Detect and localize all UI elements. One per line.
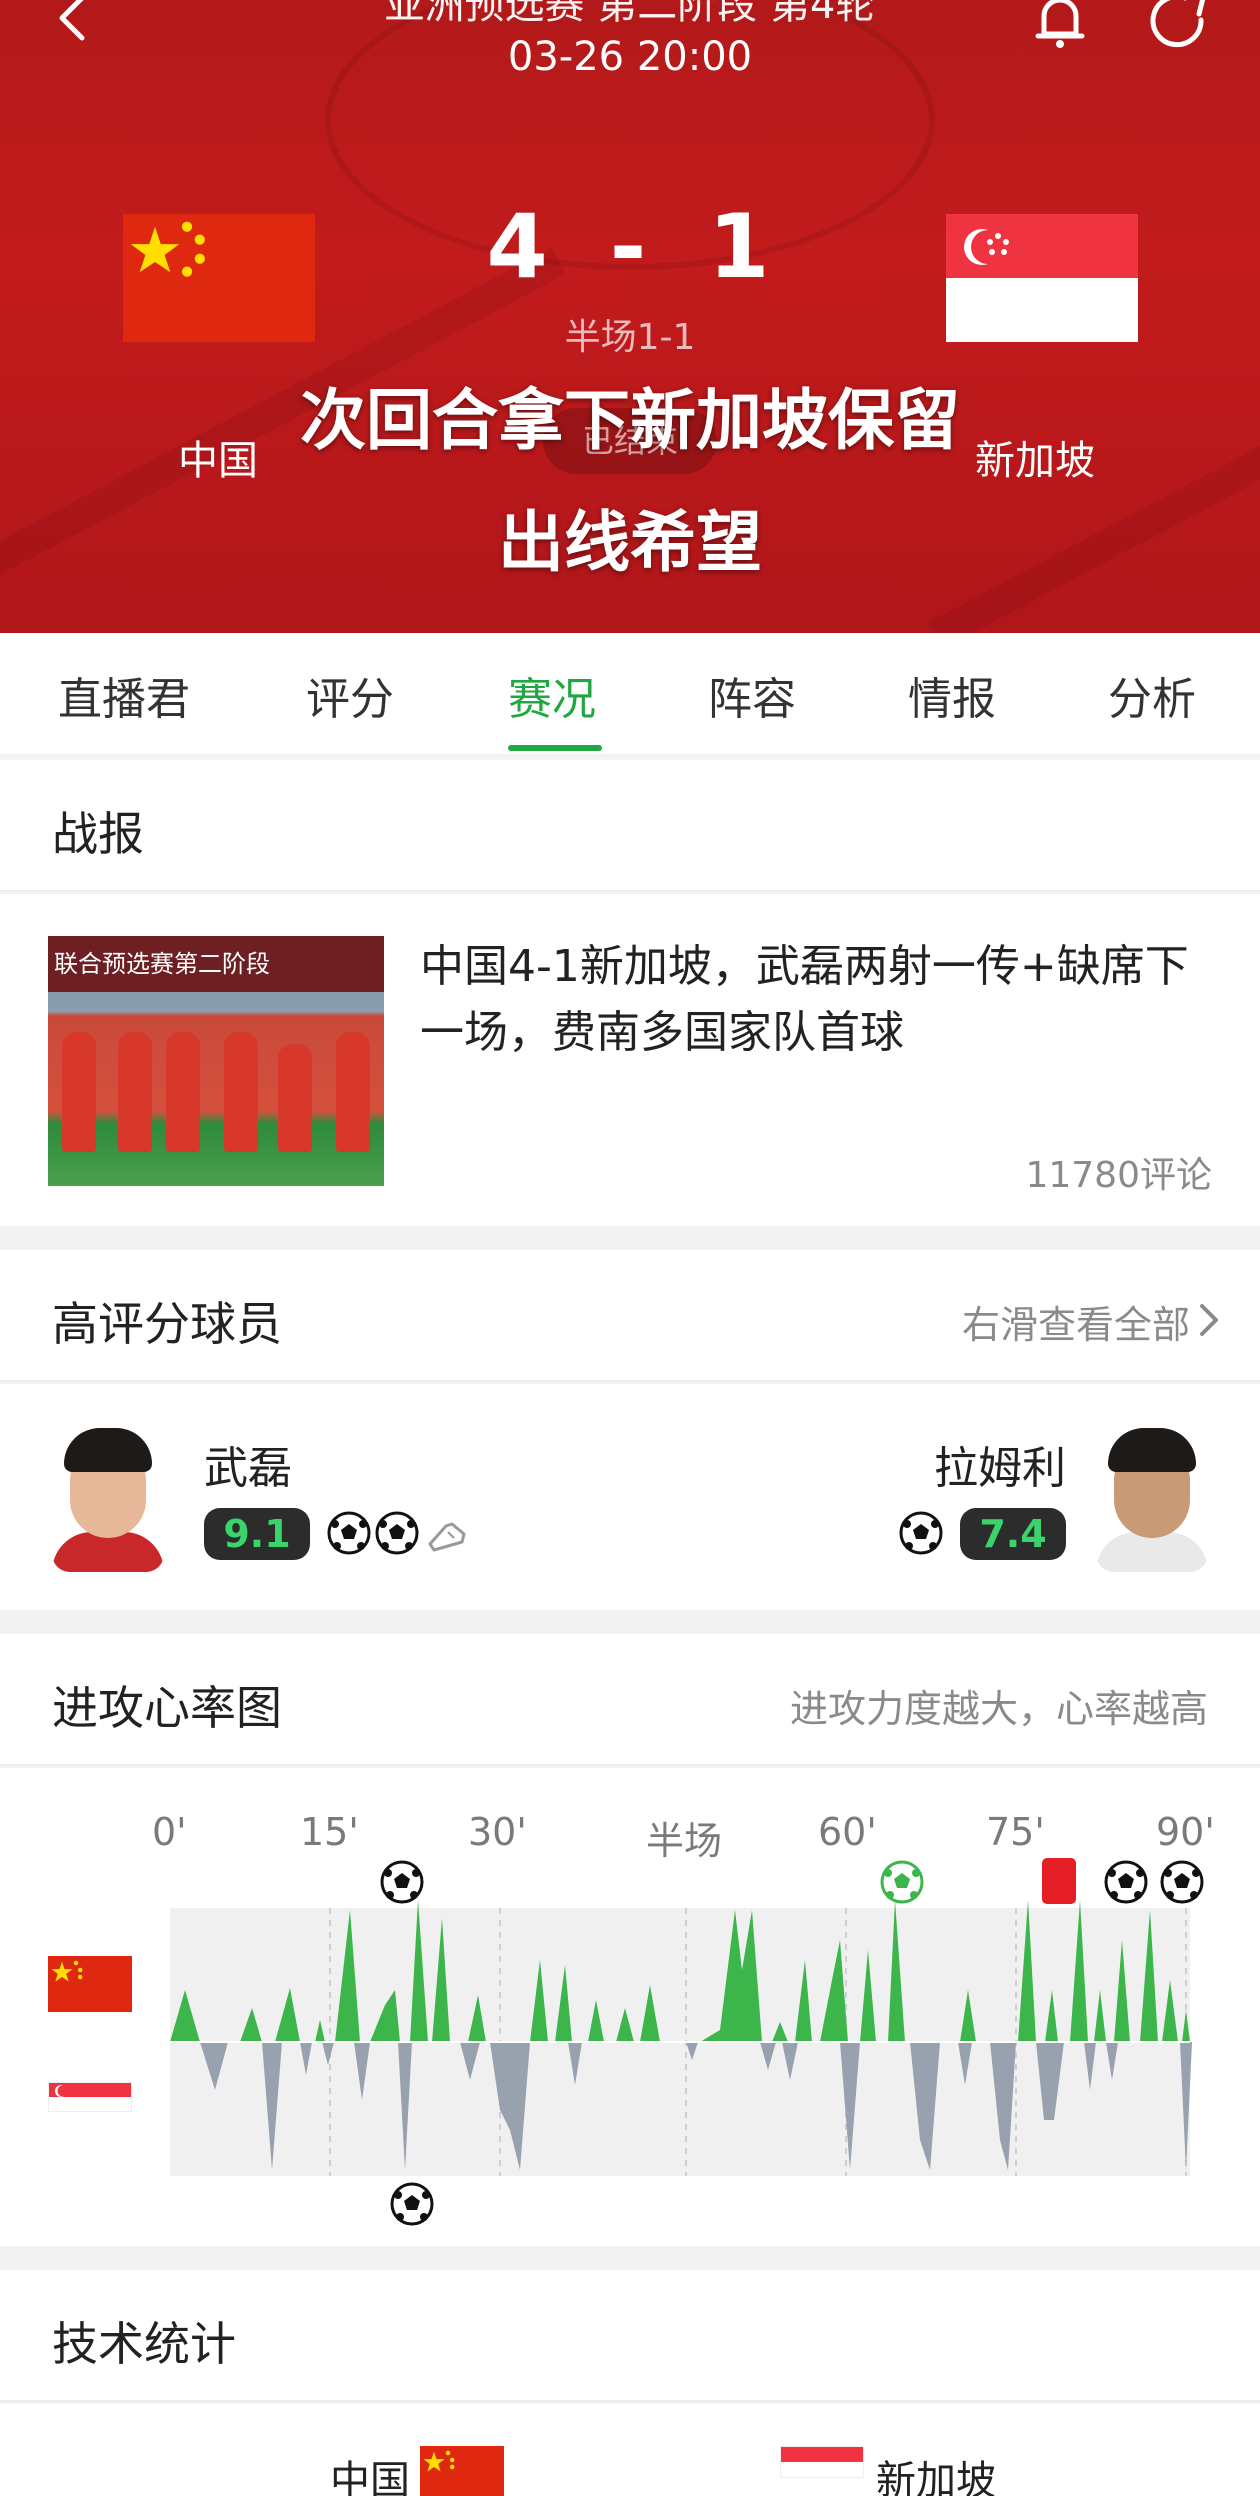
player-figure	[278, 1044, 312, 1152]
singapore-flag-icon	[946, 214, 1138, 342]
goal-ball-icon	[375, 1511, 419, 1555]
active-tab-indicator	[508, 745, 602, 751]
goal-ball-icon	[380, 1860, 424, 1904]
tab-match-status[interactable]: 赛况	[508, 663, 596, 727]
thumbnail-banner: 联合预选赛第二阶段	[48, 936, 384, 992]
china-flag-icon	[123, 214, 315, 342]
report-section-header: 战报	[0, 760, 1260, 892]
section-title: 高评分球员	[52, 1297, 282, 1351]
tab-analysis[interactable]: 分析	[1108, 663, 1196, 727]
player-figure	[118, 1032, 152, 1152]
player-avatar-away[interactable]	[1096, 1420, 1208, 1572]
player-avatar-home[interactable]	[52, 1420, 164, 1572]
see-all-link[interactable]: 右滑查看全部	[962, 1294, 1190, 1349]
goal-ball-icon	[327, 1511, 371, 1555]
assist-boot-icon	[428, 1522, 466, 1552]
momentum-header: 进攻心率图 进攻力度越大，心率越高	[0, 1634, 1260, 1766]
caption-overlay: 次回合拿下新加坡保留出线希望	[300, 382, 960, 581]
momentum-hint: 进攻力度越大，心率越高	[789, 1687, 1208, 1731]
away-player-rating: 7.4	[960, 1508, 1066, 1560]
section-title: 技术统计	[52, 2317, 236, 2371]
match-detail-page: { "header": { "competition": "亚洲预选赛 第二阶段…	[0, 0, 1260, 2496]
comment-count[interactable]: 11780评论	[1025, 1146, 1212, 1198]
section-title: 战报	[52, 807, 144, 861]
china-flag-icon	[420, 2446, 504, 2496]
away-score: 1	[708, 195, 774, 298]
tab-intel[interactable]: 情报	[908, 663, 996, 727]
news-headline[interactable]: 中国4-1新加坡，武磊两射一传+缺席下一场，费南多国家队首球	[420, 934, 1210, 1066]
tab-ratings[interactable]: 评分	[306, 663, 394, 727]
goal-ball-icon	[390, 2182, 434, 2226]
red-card-icon	[1042, 1858, 1076, 1904]
section-title: 进攻心率图	[52, 1681, 282, 1735]
player-figure	[336, 1032, 370, 1152]
home-team-name[interactable]: 中国	[178, 428, 258, 486]
tab-lineup[interactable]: 阵容	[708, 663, 796, 727]
player-figure	[166, 1032, 200, 1152]
stats-panel	[0, 2404, 1260, 2496]
tab-bar: 直播君 评分 赛况 阵容 情报 分析	[0, 633, 1260, 755]
away-team-name[interactable]: 新加坡	[975, 428, 1095, 486]
match-header: 亚洲预选赛 第二阶段 第4轮 03-26 20:00 4-1 半场1-1 中国 …	[0, 0, 1260, 633]
player-figure	[62, 1032, 96, 1152]
stats-header: 技术统计	[0, 2270, 1260, 2402]
halftime-score: 半场1-1	[564, 317, 696, 358]
singapore-flag-icon	[780, 2446, 864, 2478]
momentum-chart	[170, 1858, 1204, 2226]
var-goal-ball-icon	[880, 1860, 924, 1904]
home-player-name[interactable]: 武磊	[204, 1432, 292, 1496]
home-score: 4	[486, 195, 552, 298]
player-figure	[224, 1032, 258, 1152]
tab-live[interactable]: 直播君	[58, 663, 190, 727]
goal-ball-icon	[1104, 1860, 1148, 1904]
stats-away-team: 新加坡	[876, 2458, 996, 2496]
scoreboard: 4-1	[430, 195, 830, 298]
top-players-header: 高评分球员 右滑查看全部	[0, 1250, 1260, 1382]
stats-home-team: 中国	[330, 2458, 410, 2496]
top-players-panel	[0, 1384, 1260, 1610]
away-player-name[interactable]: 拉姆利	[934, 1432, 1066, 1496]
goal-ball-icon	[899, 1511, 943, 1555]
goal-ball-icon	[1160, 1860, 1204, 1904]
home-player-rating: 9.1	[204, 1508, 310, 1560]
news-thumbnail[interactable]: 联合预选赛第二阶段	[48, 936, 384, 1186]
score-separator: -	[609, 195, 651, 298]
match-datetime: 03-26 20:00	[507, 34, 753, 80]
chevron-right-icon[interactable]	[1198, 1302, 1220, 1338]
